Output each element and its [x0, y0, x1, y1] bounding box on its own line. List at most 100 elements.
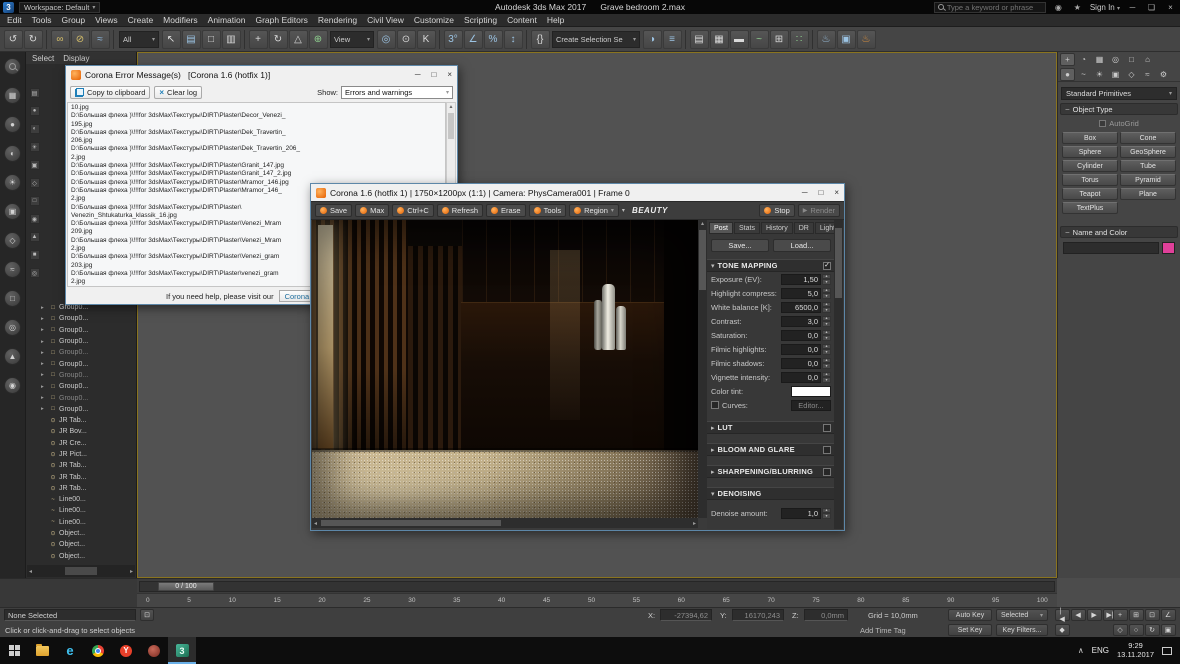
scroll-right-icon[interactable]: ▸ [693, 520, 696, 527]
error-close-button[interactable]: × [447, 70, 452, 79]
object-type-plane-button[interactable]: Plane [1120, 188, 1176, 200]
create-tab[interactable]: + [1060, 53, 1075, 66]
select-object-icon[interactable]: ↖ [162, 30, 181, 49]
spin-down-icon[interactable]: ▾ [822, 293, 831, 299]
scene-explorer-item[interactable]: ▸□Group0... [41, 392, 134, 403]
spin-down-icon[interactable]: ▾ [822, 363, 831, 369]
action-center-icon[interactable] [1162, 647, 1172, 655]
scene-explorer-item[interactable]: ⊙JR Tab... [41, 415, 134, 426]
menu-edit[interactable]: Edit [2, 14, 27, 26]
param-spinner[interactable]: ▴▾ [822, 358, 831, 369]
taskbar-browser[interactable] [140, 637, 168, 664]
modify-tab[interactable]: ◔ [1076, 53, 1091, 66]
menu-create[interactable]: Create [123, 14, 159, 26]
menu-group[interactable]: Group [57, 14, 91, 26]
lights-category-icon[interactable]: ☀ [1092, 68, 1107, 81]
sign-in-button[interactable]: Sign In ▾ [1090, 3, 1120, 12]
menu-animation[interactable]: Animation [203, 14, 251, 26]
error-maximize-button[interactable]: □ [431, 70, 436, 79]
vfb-tab-dr[interactable]: DR [794, 222, 814, 234]
scene-explorer-item[interactable]: ~Line00... [41, 517, 134, 528]
clear-log-button[interactable]: ×Clear log [154, 86, 202, 99]
expand-icon[interactable]: ▸ [41, 339, 47, 345]
select-and-manipulate-icon[interactable]: ⊙ [397, 30, 416, 49]
menu-modifiers[interactable]: Modifiers [158, 14, 202, 26]
scrollbar-thumb[interactable] [65, 567, 97, 575]
explorer-filter-shapes-icon[interactable]: ◐ [30, 124, 40, 134]
scene-explorer-item[interactable]: ~Line00... [41, 505, 134, 516]
object-type-cylinder-button[interactable]: Cylinder [1062, 160, 1118, 172]
rectangular-selection-region-icon[interactable]: □ [202, 30, 221, 49]
time-slider-track[interactable]: 0 / 100 [139, 581, 1055, 592]
vfb-horizontal-scrollbar[interactable]: ◂ ▸ [312, 518, 698, 528]
error-log-line[interactable]: 206.jpg [68, 137, 445, 145]
x-coordinate-field[interactable]: -27394,62 [660, 609, 712, 621]
vfb-section-denoising[interactable]: ▾DENOISING [707, 487, 835, 500]
spin-down-icon[interactable]: ▾ [822, 349, 831, 355]
vfb-refresh-button[interactable]: Refresh [437, 204, 483, 217]
vfb-maximize-button[interactable]: □ [818, 188, 823, 197]
angle-snap-toggle-icon[interactable]: ∠ [464, 30, 483, 49]
zoom-all-icon[interactable]: ⊞ [1129, 609, 1144, 621]
display-bones-icon[interactable]: ▲ [4, 348, 21, 365]
scene-explorer-item[interactable]: ⊙Object... [41, 539, 134, 550]
vfb-tab-history[interactable]: History [761, 222, 793, 234]
menu-rendering[interactable]: Rendering [313, 14, 362, 26]
param-value-input[interactable]: 1,50 [781, 274, 821, 285]
scene-explorer-item[interactable]: ⊙Object... [41, 551, 134, 562]
param-value-input[interactable]: 0,0 [781, 372, 821, 383]
space-warps-category-icon[interactable]: ≈ [1140, 68, 1155, 81]
selection-lock-toggle[interactable]: ⊡ [140, 609, 154, 621]
object-type-tube-button[interactable]: Tube [1120, 160, 1176, 172]
taskbar-file-explorer[interactable] [28, 637, 56, 664]
reference-coordinate-system-dropdown[interactable]: View▾ [330, 31, 374, 48]
z-coordinate-field[interactable]: 0,0mm [804, 609, 848, 621]
curve-editor-icon[interactable]: ~ [750, 30, 769, 49]
vfb-section-lut[interactable]: ▸LUT [707, 421, 835, 434]
material-editor-icon[interactable]: ∷ [790, 30, 809, 49]
vfb-region-button[interactable]: Region▾ [569, 204, 619, 217]
close-window-button[interactable]: × [1164, 3, 1177, 12]
track-bar[interactable]: 0510152025303540455055606570758085909510… [137, 593, 1057, 607]
vfb-section-tone-mapping[interactable]: ▾ TONE MAPPING ✓ [707, 259, 835, 272]
minimize-window-button[interactable]: ─ [1126, 3, 1139, 12]
taskbar-yandex[interactable]: Y [112, 637, 140, 664]
pan-view-icon[interactable]: ◇ [1113, 624, 1128, 636]
tone-mapping-checkbox[interactable]: ✓ [823, 262, 831, 270]
set-key-button[interactable]: Set Key [948, 624, 992, 636]
error-filter-dropdown[interactable]: Errors and warnings▾ [341, 86, 453, 99]
scroll-left-icon[interactable]: ◂ [29, 568, 32, 575]
expand-icon[interactable]: ▸ [41, 395, 47, 401]
scene-explorer-item[interactable]: ▸□Group0... [41, 347, 134, 358]
spin-down-icon[interactable]: ▾ [822, 307, 831, 313]
workspace-selector[interactable]: Workspace: Default▾ [19, 2, 100, 13]
scene-explorer-item[interactable]: ▸□Group0... [41, 336, 134, 347]
select-and-rotate-icon[interactable]: ↻ [269, 30, 288, 49]
menu-customize[interactable]: Customize [409, 14, 459, 26]
explorer-filter-lights-icon[interactable]: ☀ [30, 142, 40, 152]
param-spinner[interactable]: ▴▾ [822, 508, 831, 519]
previous-frame-button[interactable]: ◀ [1071, 609, 1086, 621]
align-icon[interactable]: ≡ [663, 30, 682, 49]
percent-snap-toggle-icon[interactable]: % [484, 30, 503, 49]
vfb-save-button[interactable]: Save [315, 204, 352, 217]
object-color-swatch[interactable] [1162, 242, 1175, 254]
explorer-filter-containers-icon[interactable]: ■ [30, 250, 40, 260]
display-spacewarps-icon[interactable]: ≈ [4, 261, 21, 278]
menu-civil-view[interactable]: Civil View [362, 14, 409, 26]
explorer-filter-objects-icon[interactable]: ◉ [30, 214, 40, 224]
snaps-toggle-icon[interactable]: 3° [444, 30, 463, 49]
color-tint-swatch[interactable] [791, 386, 831, 397]
key-mode-toggle-icon[interactable]: ◆ [1055, 624, 1070, 636]
scene-explorer-item[interactable]: ⊙Object... [41, 528, 134, 539]
scene-explorer-item[interactable]: ⊙JR Tab... [41, 483, 134, 494]
geometry-category-icon[interactable]: ● [1060, 68, 1075, 81]
vfb-section-sharpening-blurring[interactable]: ▸SHARPENING/BLURRING [707, 465, 835, 478]
scene-explorer-item[interactable]: ⊙JR Bov... [41, 426, 134, 437]
walk-through-icon[interactable]: ○ [1129, 624, 1144, 636]
error-log-line[interactable]: 10.jpg [68, 104, 445, 112]
section-enable-checkbox[interactable] [823, 446, 831, 454]
scrollbar-thumb[interactable] [835, 228, 842, 298]
object-type-sphere-button[interactable]: Sphere [1062, 146, 1118, 158]
error-log-line[interactable]: D:\Большая флеха )\!!!for 3dsMax\Текстур… [68, 162, 445, 170]
